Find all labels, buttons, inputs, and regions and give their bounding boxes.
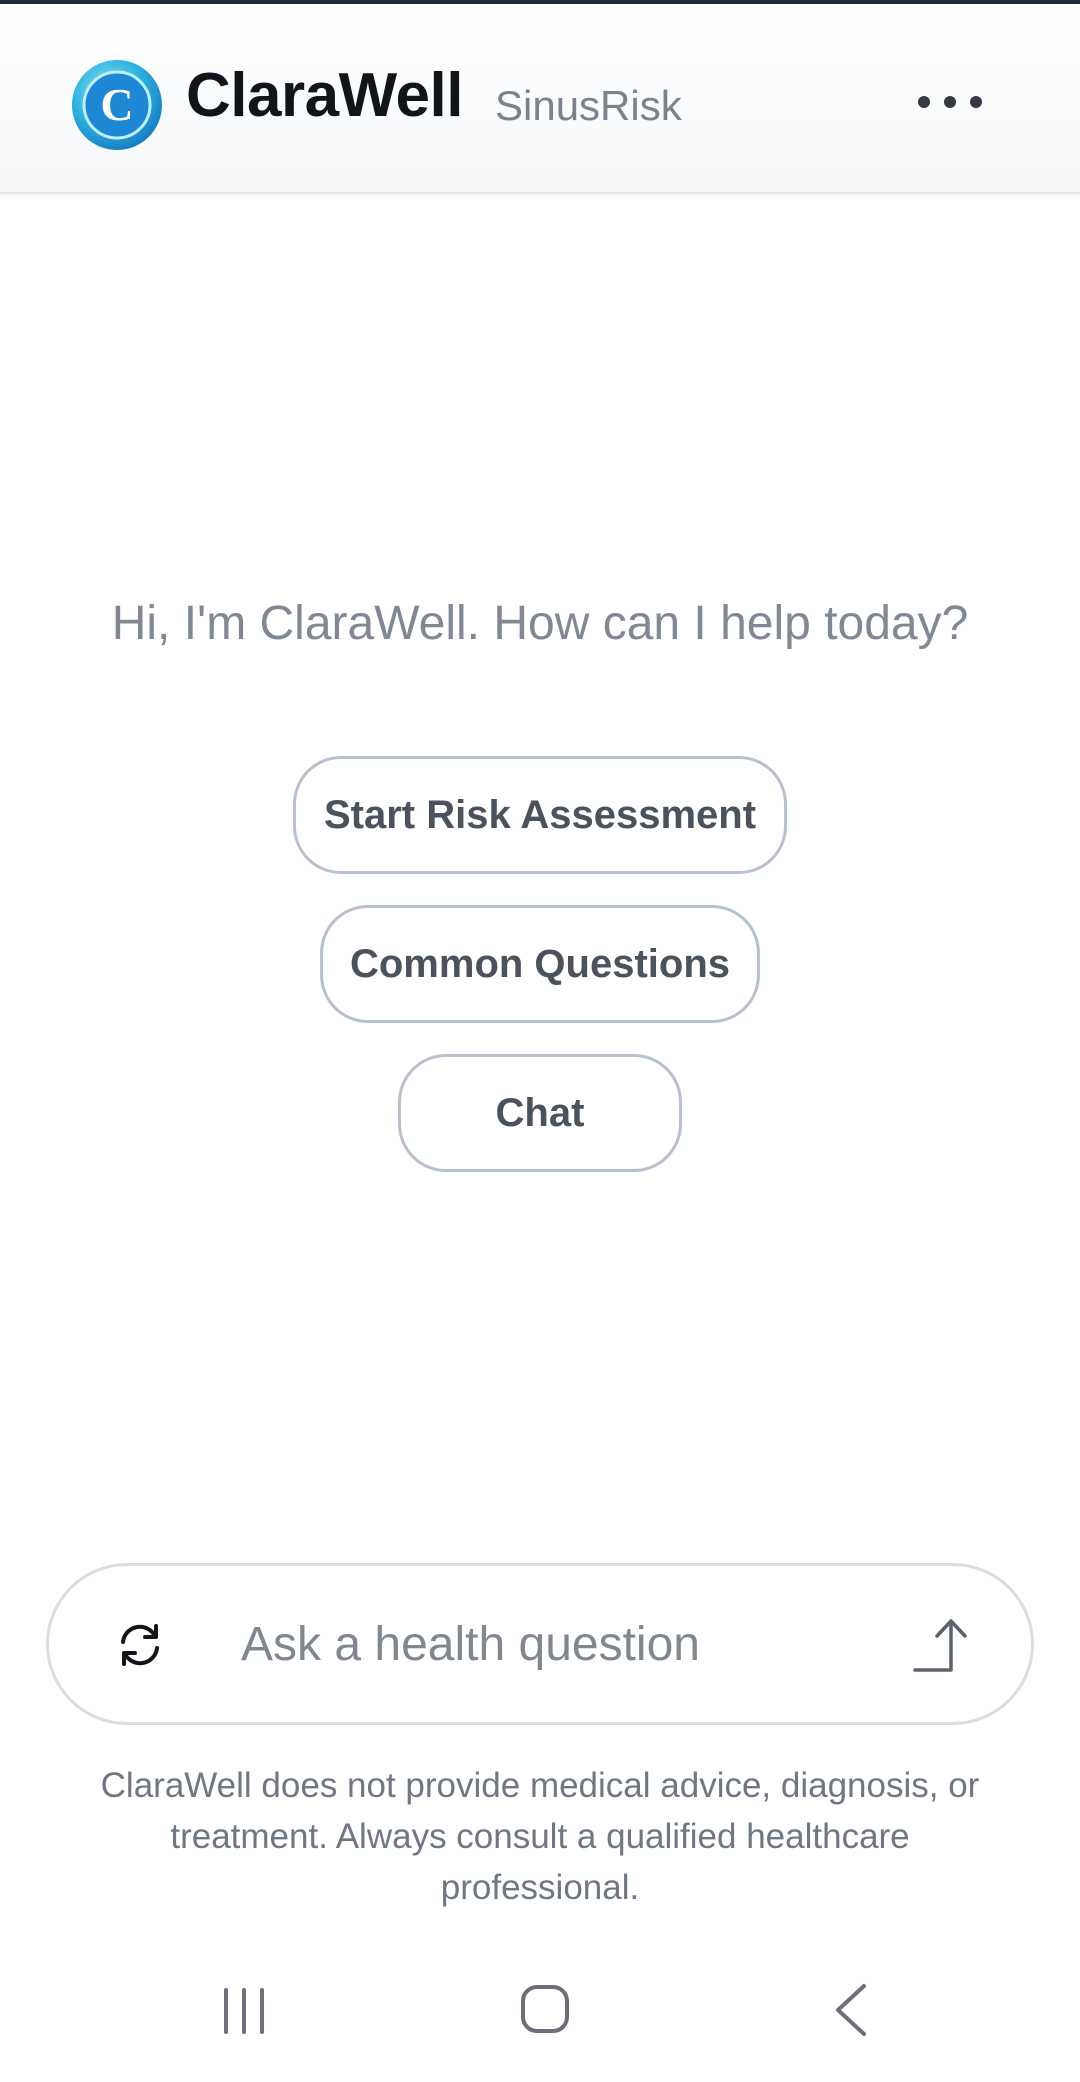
medical-disclaimer: ClaraWell does not provide medical advic… [100,1766,980,1907]
clarawell-logo: C [72,60,162,150]
app-header: C ClaraWell SinusRisk [0,4,1080,194]
health-question-input[interactable] [241,1601,891,1687]
app-subtitle: SinusRisk [495,82,682,129]
refresh-icon[interactable] [115,1620,165,1670]
home-icon[interactable] [520,1984,570,2034]
more-dot-icon [918,96,930,108]
more-dot-icon [944,96,956,108]
more-options-button[interactable] [900,74,1000,130]
common-questions-button[interactable]: Common Questions [320,905,760,1023]
more-dot-icon [970,96,982,108]
chat-composer [46,1563,1034,1725]
chat-button[interactable]: Chat [398,1054,682,1172]
logo-letter: C [100,79,133,130]
back-icon[interactable] [832,1982,868,2038]
app-title: ClaraWell [186,61,463,130]
send-arrow-icon[interactable] [913,1616,975,1674]
start-risk-assessment-button[interactable]: Start Risk Assessment [293,756,787,874]
recents-icon[interactable] [220,1986,268,2036]
greeting-text: Hi, I'm ClaraWell. How can I help today? [111,597,969,650]
system-navigation-bar [0,1960,1080,2082]
